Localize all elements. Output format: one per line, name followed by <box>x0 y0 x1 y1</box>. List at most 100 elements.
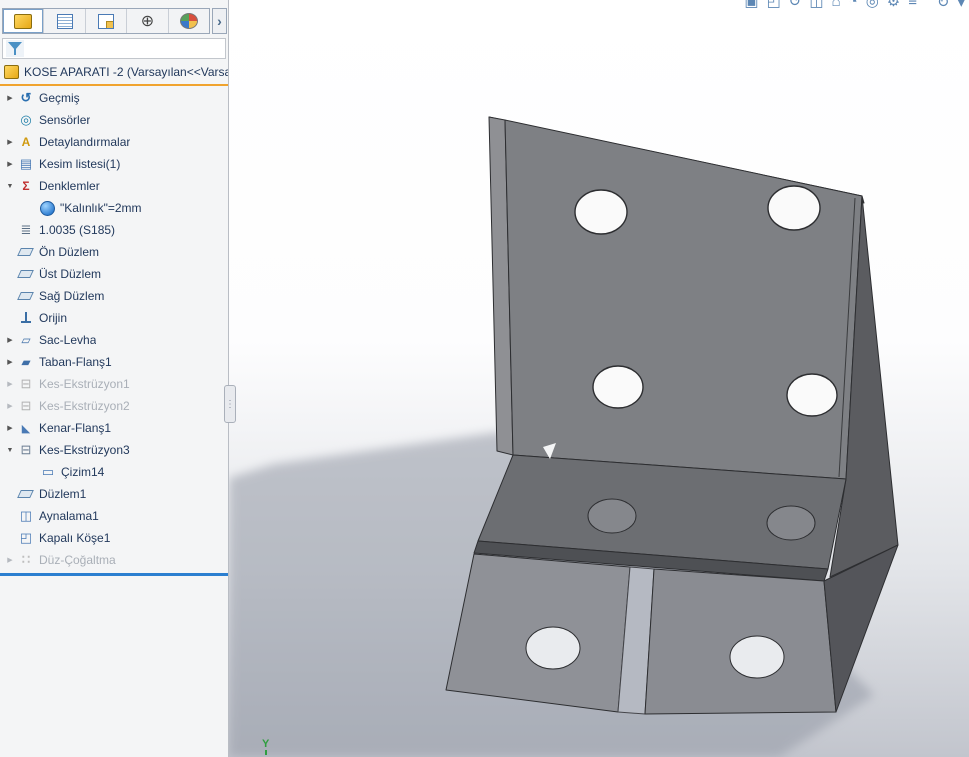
tree-item-label: Kes-Ekstrüzyon3 <box>39 443 130 457</box>
expand-panel-chevron[interactable] <box>212 8 227 34</box>
corner-toolbar: ↻▾ <box>937 0 965 12</box>
tree-item-4[interactable]: ▼ Denklemler <box>0 175 228 197</box>
expand-arrow[interactable]: ▶ <box>2 160 18 168</box>
material-icon <box>18 222 34 238</box>
tree-item-10[interactable]: Orijin <box>0 307 228 329</box>
expand-arrow[interactable]: ▶ <box>2 94 18 102</box>
panel-tabs <box>2 8 210 34</box>
cutextrude-icon <box>18 442 34 458</box>
tree-item-label: Kes-Ekstrüzyon1 <box>39 377 130 391</box>
tree-item-0[interactable]: ▶ Geçmiş <box>0 87 228 109</box>
tree-item-label: Düz-Çoğaltma <box>39 553 116 567</box>
tree-item-14[interactable]: ▶ Kes-Ekstrüzyon2 <box>0 395 228 417</box>
feature-manager-panel: KOSE APARATI -2 (Varsayılan<<Varsa ▶ Geçm… <box>0 0 229 757</box>
refresh-icon[interactable]: ↻ <box>937 0 950 12</box>
plane-icon <box>18 486 34 502</box>
hole <box>526 627 580 669</box>
tree-item-label: Detaylandırmalar <box>39 135 130 149</box>
tree-item-6[interactable]: 1.0035 (S185) <box>0 219 228 241</box>
tree-root-item[interactable]: KOSE APARATI -2 (Varsayılan<<Varsa <box>0 62 228 82</box>
solidworks-window: KOSE APARATI -2 (Varsayılan<<Varsa ▶ Geçm… <box>0 0 969 757</box>
expand-arrow[interactable]: ▼ <box>2 447 18 454</box>
origin-icon <box>18 310 34 326</box>
sheetmetal-icon <box>18 332 34 348</box>
configurationmanager-tab[interactable] <box>86 9 127 33</box>
hole <box>588 499 636 533</box>
display-style-icon[interactable]: ◔ <box>849 0 858 11</box>
equations-icon <box>18 178 34 194</box>
expand-arrow[interactable]: ▶ <box>2 380 18 388</box>
configurationmanager-tab-icon <box>98 14 114 29</box>
view-settings-icon[interactable]: ≡ <box>908 0 917 11</box>
tree-item-label: Çizim14 <box>61 465 104 479</box>
tree-item-label: "Kalınlık"=2mm <box>60 201 142 215</box>
displaymanager-tab[interactable] <box>169 9 209 33</box>
tree-item-label: Kesim listesi(1) <box>39 157 120 171</box>
hide-show-items-icon[interactable]: ◎ <box>866 0 879 11</box>
propertymanager-tab-icon <box>57 14 73 29</box>
hole <box>767 506 815 540</box>
part-3d-model <box>446 117 898 714</box>
collapse-icon[interactable]: ▾ <box>957 0 965 12</box>
propertymanager-tab[interactable] <box>44 9 85 33</box>
hole <box>730 636 784 678</box>
globe-icon <box>40 201 55 216</box>
section-view-icon[interactable]: ◫ <box>809 0 823 11</box>
tree-item-15[interactable]: ▶ Kenar-Flanş1 <box>0 417 228 439</box>
tree-item-1[interactable]: Sensörler <box>0 109 228 131</box>
tree-item-18[interactable]: Düzlem1 <box>0 483 228 505</box>
edit-appearance-icon[interactable]: ⚙ <box>887 0 900 11</box>
displaymanager-tab-icon <box>180 13 198 29</box>
3d-viewport-canvas <box>229 0 969 757</box>
tree-item-16[interactable]: ▼ Kes-Ekstrüzyon3 <box>0 439 228 461</box>
filter-funnel-icon <box>6 40 24 57</box>
tree-item-label: Ön Düzlem <box>39 245 99 259</box>
tree-item-label: Kenar-Flanş1 <box>39 421 111 435</box>
tree-item-9[interactable]: Sağ Düzlem <box>0 285 228 307</box>
panel-splitter-handle[interactable] <box>224 385 236 423</box>
tree-item-5[interactable]: "Kalınlık"=2mm <box>0 197 228 219</box>
tree-item-11[interactable]: ▶Sac-Levha <box>0 329 228 351</box>
tree-item-label: Geçmiş <box>39 91 80 105</box>
tree-item-label: Orijin <box>39 311 67 325</box>
tree-filter-input[interactable] <box>27 39 225 58</box>
expand-arrow[interactable]: ▶ <box>2 138 18 146</box>
zoom-area-icon[interactable]: ◰ <box>767 0 781 11</box>
dimxpertmanager-tab-icon <box>139 13 155 29</box>
tree-item-8[interactable]: Üst Düzlem <box>0 263 228 285</box>
tree-item-12[interactable]: ▶ Taban-Flanş1 <box>0 351 228 373</box>
tree-item-7[interactable]: Ön Düzlem <box>0 241 228 263</box>
tree-item-19[interactable]: Aynalama1 <box>0 505 228 527</box>
mirror-icon <box>18 508 34 524</box>
sketch-icon <box>40 464 56 480</box>
expand-arrow[interactable]: ▶ <box>2 556 18 564</box>
previous-view-icon[interactable]: ↺ <box>789 0 802 11</box>
tree-header-divider <box>0 84 228 86</box>
view-orientation-icon[interactable]: ⌂ <box>832 0 841 11</box>
expand-arrow[interactable]: ▶ <box>2 336 18 344</box>
tree-item-label: Kes-Ekstrüzyon2 <box>39 399 130 413</box>
tree-item-20[interactable]: Kapalı Köşe1 <box>0 527 228 549</box>
graphics-area[interactable]: ▣◰↺◫⌂◔◎⚙≡ ↻▾ Y <box>229 0 969 757</box>
cutextrude-icon <box>18 398 34 414</box>
tree-item-2[interactable]: ▶ Detaylandırmalar <box>0 131 228 153</box>
tree-item-13[interactable]: ▶ Kes-Ekstrüzyon1 <box>0 373 228 395</box>
tree-item-label: Sağ Düzlem <box>39 289 104 303</box>
view-toolbar: ▣ ◰ ↺ ◫ ⌂ ◔ ◎ ⚙ ≡ <box>744 0 917 11</box>
tree-item-label: Taban-Flanş1 <box>39 355 112 369</box>
featuremanager-tab[interactable] <box>3 9 44 33</box>
expand-arrow[interactable]: ▶ <box>2 358 18 366</box>
expand-arrow[interactable]: ▶ <box>2 424 18 432</box>
tree-item-21[interactable]: ▶ Düz-Çoğaltma <box>0 549 228 571</box>
expand-arrow[interactable]: ▶ <box>2 402 18 410</box>
zoom-fit-icon[interactable]: ▣ <box>744 0 758 11</box>
filter-bar <box>2 38 226 59</box>
dimxpertmanager-tab[interactable] <box>127 9 168 33</box>
tree-item-17[interactable]: Çizim14 <box>0 461 228 483</box>
tree-item-label: Denklemler <box>39 179 100 193</box>
plane-icon <box>18 266 34 282</box>
rollback-bar[interactable] <box>0 573 228 576</box>
tree-item-3[interactable]: ▶ Kesim listesi(1) <box>0 153 228 175</box>
triad-y-axis: Y <box>262 738 269 755</box>
expand-arrow[interactable]: ▼ <box>2 183 18 190</box>
